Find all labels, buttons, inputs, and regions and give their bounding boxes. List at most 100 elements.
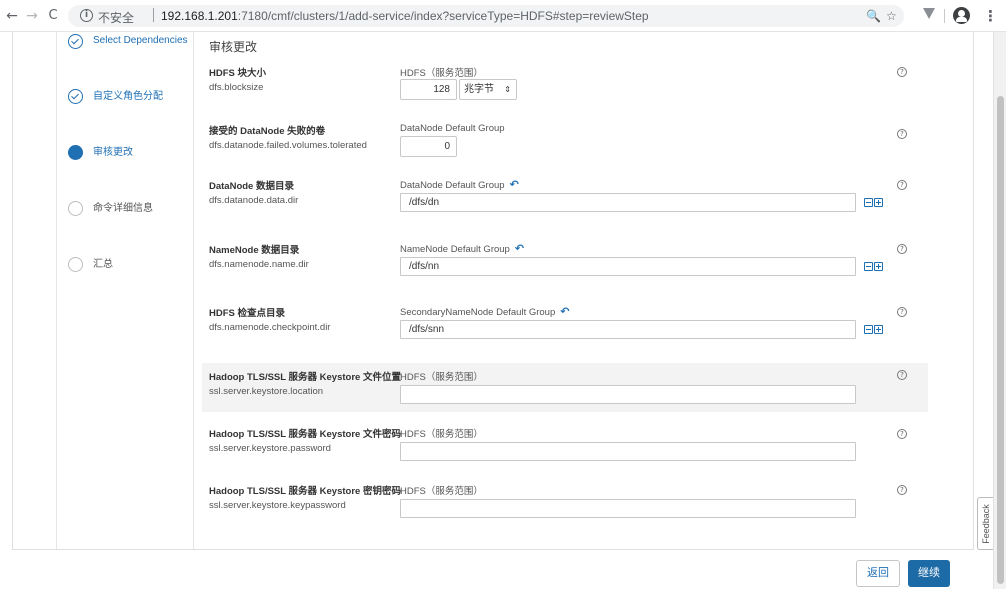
scope-label: SecondaryNameNode Default Group [400,307,556,318]
scope-label: NameNode Default Group [400,244,510,255]
step-pending-icon [68,257,83,272]
add-row-icon[interactable] [874,262,883,271]
info-icon[interactable]: i [80,9,93,22]
property-name: Hadoop TLS/SSL 服务器 Keystore 文件位置 [209,372,401,383]
unit-label: 兆字节 [464,84,494,95]
scrollbar-thumb[interactable] [997,96,1004,584]
property-key: ssl.server.keystore.password [209,443,331,454]
checkpoint-dir-input[interactable]: /dfs/snn [400,320,856,339]
property-name: DataNode 数据目录 [209,181,294,192]
step-label: Select Dependencies [93,35,188,46]
blocksize-unit-select[interactable]: 兆字节 ⇕ [459,79,517,100]
datanode-dir-input[interactable]: /dfs/dn [400,193,856,212]
property-label: Hadoop TLS/SSL 服务器 Keystore 密钥密码 ssl.ser… [209,483,405,511]
remove-row-icon[interactable] [864,262,873,271]
help-icon[interactable]: ? [897,67,907,77]
feedback-tab[interactable]: Feedback [977,497,993,550]
keystore-location-input[interactable] [400,385,856,404]
account-icon[interactable] [953,7,970,24]
help-icon[interactable]: ? [897,244,907,254]
property-scope: HDFS（服务范围） [400,65,483,79]
url-divider [153,8,154,22]
browser-toolbar: ← → C i 不安全 192.168.1.201:7180/cmf/clust… [0,0,1006,32]
scope-label: HDFS（服务范围） [400,486,483,497]
step-label: 审核更改 [93,147,133,158]
feedback-label: Feedback [980,503,991,544]
property-scope: DataNode Default Group ↶ [400,178,519,191]
failed-volumes-input[interactable]: 0 [400,136,457,157]
property-scope: SecondaryNameNode Default Group ↶ [400,305,569,318]
help-icon[interactable]: ? [897,370,907,380]
help-icon[interactable]: ? [897,307,907,317]
add-row-icon[interactable] [874,198,883,207]
step-check-icon [68,34,83,49]
property-key: dfs.datanode.failed.volumes.tolerated [209,140,367,151]
wizard-steps: Select Dependencies 自定义角色分配 审核更改 命令详细信息 … [13,32,193,549]
scope-label: HDFS（服务范围） [400,429,483,440]
scope-label: DataNode Default Group [400,180,505,191]
keystore-keypassword-input[interactable] [400,499,856,518]
step-label: 汇总 [93,259,113,270]
help-icon[interactable]: ? [897,429,907,439]
step-pending-icon [68,201,83,216]
page-scrollbar[interactable] [993,32,1006,589]
property-key: dfs.datanode.data.dir [209,195,299,206]
page-title: 审核更改 [209,40,258,54]
step-label: 自定义角色分配 [93,91,163,102]
property-name: NameNode 数据目录 [209,245,300,256]
extension-icon[interactable] [923,8,935,19]
property-key: dfs.blocksize [209,82,264,93]
step-check-icon [68,89,83,104]
property-key: dfs.namenode.checkpoint.dir [209,322,331,333]
property-label: DataNode 数据目录 dfs.datanode.data.dir [209,178,405,206]
keystore-password-input[interactable] [400,442,856,461]
property-name: Hadoop TLS/SSL 服务器 Keystore 文件密码 [209,429,401,440]
browser-menu-icon[interactable]: ⋮ [983,7,998,25]
property-scope: HDFS（服务范围） [400,483,483,497]
reload-icon[interactable]: C [44,7,62,25]
remove-row-icon[interactable] [864,198,873,207]
help-icon[interactable]: ? [897,129,907,139]
help-icon[interactable]: ? [897,180,907,190]
insecure-label: 不安全 [98,11,135,25]
step-label: 命令详细信息 [93,203,153,214]
undo-icon[interactable]: ↶ [515,242,524,255]
scope-label: HDFS（服务范围） [400,68,483,79]
bookmark-star-icon[interactable]: ☆ [886,9,897,23]
scope-label: HDFS（服务范围） [400,372,483,383]
toolbar-divider [944,9,945,23]
review-content: 审核更改 HDFS 块大小 dfs.blocksize HDFS（服务范围） 1… [193,32,974,549]
property-label: 接受的 DataNode 失败的卷 dfs.datanode.failed.vo… [209,123,405,151]
forward-arrow-icon[interactable]: → [23,7,41,25]
property-key: ssl.server.keystore.location [209,386,324,397]
scope-label: DataNode Default Group [400,123,505,134]
address-bar[interactable]: i 不安全 192.168.1.201:7180/cmf/clusters/1/… [68,5,904,27]
namenode-dir-input[interactable]: /dfs/nn [400,257,856,276]
property-name: 接受的 DataNode 失败的卷 [209,126,326,137]
select-arrows-icon: ⇕ [504,85,511,94]
url-path: :7180/cmf/clusters/1/add-service/index?s… [237,9,649,23]
property-label: NameNode 数据目录 dfs.namenode.name.dir [209,242,405,270]
property-label: Hadoop TLS/SSL 服务器 Keystore 文件位置 ssl.ser… [209,369,405,397]
help-icon[interactable]: ? [897,485,907,495]
property-name: HDFS 检查点目录 [209,308,286,319]
step-current-icon [68,145,83,160]
property-scope: HDFS（服务范围） [400,426,483,440]
add-row-icon[interactable] [874,325,883,334]
property-name: Hadoop TLS/SSL 服务器 Keystore 密钥密码 [209,486,401,497]
back-button[interactable]: 返回 [856,560,900,587]
undo-icon[interactable]: ↶ [510,178,519,191]
property-scope: DataNode Default Group [400,123,505,134]
property-label: HDFS 检查点目录 dfs.namenode.checkpoint.dir [209,305,405,333]
property-label: HDFS 块大小 dfs.blocksize [209,65,405,93]
blocksize-input[interactable]: 128 [400,79,457,100]
zoom-icon[interactable]: 🔍 [866,9,881,23]
property-scope: HDFS（服务范围） [400,369,483,383]
url-host: 192.168.1.201 [161,9,238,23]
property-key: dfs.namenode.name.dir [209,259,309,270]
continue-button[interactable]: 继续 [908,560,950,587]
undo-icon[interactable]: ↶ [560,305,569,318]
url-text[interactable]: 192.168.1.201:7180/cmf/clusters/1/add-se… [161,9,649,23]
back-arrow-icon[interactable]: ← [3,7,21,25]
remove-row-icon[interactable] [864,325,873,334]
